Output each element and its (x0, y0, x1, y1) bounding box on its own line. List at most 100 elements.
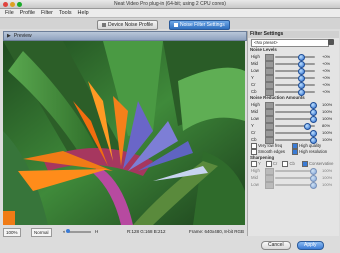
noise-level-row-y: Y +0% (248, 74, 339, 82)
slider-track[interactable] (275, 63, 315, 65)
noise-reduction-rows: High 100% Mid 100% Low 100% Y 80% Cr 100% Cb 100% (248, 101, 339, 144)
slider-track[interactable] (275, 177, 315, 179)
menu-filter[interactable]: Filter (40, 9, 54, 17)
collapse-triangle-icon: ▶ (7, 33, 11, 39)
zoom-window-button[interactable] (17, 1, 22, 7)
row-label: High (251, 54, 260, 59)
trash-icon[interactable] (328, 39, 334, 45)
frame-info: Frame: 640x480, 8-bit RGB (189, 229, 245, 234)
option-high-resolution[interactable]: High resolution (292, 149, 327, 156)
tab-label: Noise Filter Settings (180, 22, 225, 28)
zoom-select[interactable]: 100% (3, 228, 21, 237)
tab-device-noise-profile[interactable]: Device Noise Profile (97, 20, 159, 30)
status-bar: 100% Normal ◐ H R:128 G:168 B:212 Frame:… (3, 228, 245, 237)
noise-reduction-row-y: Y 80% (248, 122, 339, 130)
slider-track[interactable] (275, 170, 315, 172)
cancel-button[interactable]: Cancel (261, 241, 291, 250)
preview-slider-knob[interactable] (66, 229, 70, 233)
sharpen-y-checkbox[interactable] (251, 161, 257, 168)
menu-help[interactable]: Help (77, 9, 90, 17)
smooth-edges-checkbox[interactable] (251, 149, 257, 156)
slider-knob[interactable] (297, 88, 305, 96)
tab-noise-filter-settings[interactable]: Noise Filter Settings (169, 20, 230, 30)
conservative-checkbox[interactable] (302, 161, 309, 168)
row-value: 100% (322, 109, 333, 114)
row-label: High (251, 168, 260, 174)
noise-reduction-row-mid: Mid 100% (248, 108, 339, 116)
slider-track[interactable] (275, 184, 315, 186)
option-high-quality[interactable]: High quality (292, 143, 321, 149)
noise-reduction-row-high: High 100% (248, 101, 339, 109)
slider-knob[interactable] (310, 136, 318, 144)
filter-settings-panel: Filter Settings <No preset> Noise Levels… (247, 31, 339, 250)
noise-level-row-high: High +0% (248, 53, 339, 61)
very-low-freq-checkbox[interactable] (251, 143, 257, 149)
view-mode-select[interactable]: Normal (31, 228, 52, 237)
window-controls (3, 1, 22, 7)
swatch-icon (265, 137, 274, 144)
channel-label: Cb (289, 161, 295, 167)
menu-tools[interactable]: Tools (58, 9, 73, 17)
pixel-readout: R:128 G:168 B:212 (127, 229, 166, 234)
slider-track[interactable] (275, 91, 315, 93)
title-bar: Neat Video Pro plug-in (64-bit; using 2 … (0, 0, 340, 9)
close-window-button[interactable] (3, 1, 8, 7)
noise-level-row-cb: Cb +0% (248, 88, 339, 96)
noise-level-row-low: Low +0% (248, 67, 339, 75)
preview-slider[interactable] (69, 231, 91, 233)
preset-select[interactable]: <No preset> (251, 39, 329, 47)
filter-icon (174, 22, 178, 27)
slider-track[interactable] (275, 56, 315, 58)
slider-track[interactable] (275, 104, 315, 106)
row-label: Mid (251, 61, 258, 66)
apply-button[interactable]: Apply (297, 241, 324, 250)
row-value: 100% (322, 102, 333, 107)
tab-label: Device Noise Profile (108, 22, 154, 28)
slider-knob[interactable] (310, 181, 318, 189)
slider-track[interactable] (275, 118, 315, 120)
row-label: Y (251, 75, 254, 80)
row-value: 80% (322, 123, 331, 128)
tab-bar: Device Noise Profile Noise Filter Settin… (0, 18, 340, 30)
row-label: Mid (251, 175, 258, 181)
row-value: +0% (322, 68, 331, 73)
sharpening-row-mid: Mid 100% (248, 174, 339, 183)
row-label: Low (251, 68, 259, 73)
sharpen-cb-checkbox[interactable] (282, 161, 289, 168)
conservative-label: Conservative (309, 161, 334, 167)
preview-image[interactable] (3, 41, 245, 225)
minimize-window-button[interactable] (10, 1, 15, 7)
channel-label: Cr (272, 161, 278, 167)
noise-reduction-row-cr: Cr 100% (248, 129, 339, 137)
profile-icon (102, 22, 106, 27)
row-value: 100% (322, 182, 333, 188)
noise-level-row-cr: Cr +0% (248, 81, 339, 89)
slider-track[interactable] (275, 139, 315, 141)
high-quality-checkbox[interactable] (292, 143, 299, 149)
swatch-icon (265, 89, 274, 96)
menu-profile[interactable]: Profile (19, 9, 36, 17)
row-label: Cr (251, 130, 256, 135)
slider-track[interactable] (275, 111, 315, 113)
app-window: Neat Video Pro plug-in (64-bit; using 2 … (0, 0, 340, 253)
sharpening-row-low: Low 100% (248, 181, 339, 190)
row-value: 100% (322, 116, 333, 121)
filter-settings-title: Filter Settings (248, 31, 339, 38)
sharpen-cr-checkbox[interactable] (265, 161, 272, 168)
option-label: Smooth edges (258, 149, 286, 155)
menu-file[interactable]: File (4, 9, 15, 17)
slider-track[interactable] (275, 132, 315, 134)
preview-slider-max-label: H (95, 229, 99, 234)
row-label: Y (251, 123, 254, 128)
row-value: 100% (322, 137, 333, 142)
sharpening-rows: High 100% Mid 100% Low 100% (248, 167, 339, 190)
slider-track[interactable] (275, 77, 315, 79)
high-resolution-checkbox[interactable] (292, 149, 299, 156)
preview-header[interactable]: ▶ Preview (3, 31, 247, 41)
slider-track[interactable] (275, 70, 315, 72)
noise-reduction-row-cb: Cb 100% (248, 136, 339, 144)
row-value: +0% (322, 75, 331, 80)
noise-levels-rows: High +0% Mid +0% Low +0% Y +0% Cr +0% Cb +0% (248, 53, 339, 96)
row-label: Mid (251, 109, 258, 114)
slider-track[interactable] (275, 84, 315, 86)
